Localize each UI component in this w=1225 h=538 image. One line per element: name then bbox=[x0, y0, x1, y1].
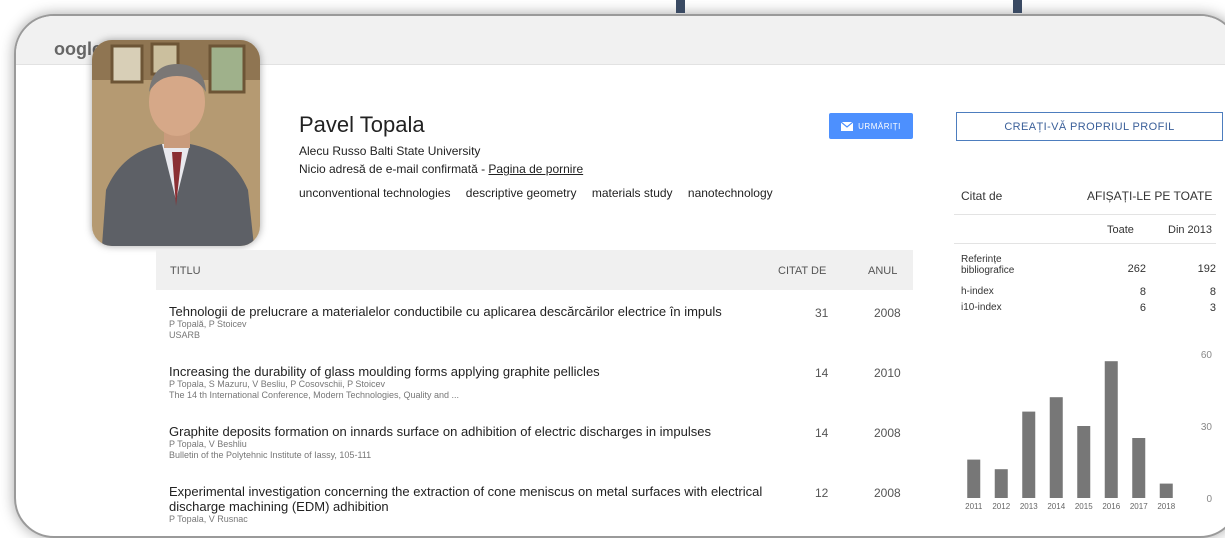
column-year[interactable]: ANUL bbox=[868, 265, 897, 277]
chart-bar[interactable] bbox=[1022, 411, 1036, 498]
column-title[interactable]: TITLU bbox=[170, 265, 201, 277]
chart-bar[interactable] bbox=[1104, 361, 1118, 498]
article-year: 2008 bbox=[874, 426, 901, 440]
homepage-link[interactable]: Pagina de pornire bbox=[488, 162, 583, 176]
column-cited-by[interactable]: CITAT DE bbox=[778, 265, 826, 277]
y-tick-label: 60 bbox=[1201, 350, 1213, 361]
divider bbox=[954, 214, 1216, 215]
table-row: Experimental investigation concerning th… bbox=[169, 484, 914, 525]
cited-by-count[interactable]: 12 bbox=[815, 486, 828, 500]
chart-bar[interactable] bbox=[1159, 483, 1173, 498]
create-profile-button[interactable]: CREAȚI-VĂ PROPRIUL PROFIL bbox=[956, 112, 1223, 141]
article-year: 2010 bbox=[874, 366, 901, 380]
affiliation: Alecu Russo Balti State University bbox=[299, 144, 481, 158]
table-row: Increasing the durability of glass mould… bbox=[169, 364, 914, 401]
cited-by-label: Citat de bbox=[961, 189, 1003, 203]
keyword-link[interactable]: nanotechnology bbox=[688, 186, 773, 200]
chart-bar[interactable] bbox=[1049, 397, 1063, 498]
citations-chart: 60 30 0 2011 2012 2013 2014 2015 2016 2017 2018 bbox=[965, 350, 1213, 511]
x-tick-label: 2013 bbox=[1020, 502, 1038, 511]
stat-since: 3 bbox=[1209, 302, 1216, 314]
x-tick-label: 2016 bbox=[1102, 502, 1120, 511]
stat-all: 8 bbox=[1139, 286, 1146, 298]
profile-name: Pavel Topala bbox=[299, 112, 425, 137]
article-authors: P Topala, V Rusnac bbox=[169, 514, 248, 524]
chart-bar[interactable] bbox=[1077, 426, 1091, 498]
cited-by-count[interactable]: 14 bbox=[815, 426, 828, 440]
follow-label: URMĂRIȚI bbox=[858, 121, 901, 131]
screenshot-frame: oogle Pavel Topala Alecu Russo Balti Sta… bbox=[14, 14, 1225, 538]
table-header: TITLU CITAT DE ANUL bbox=[156, 250, 913, 290]
stat-all: 6 bbox=[1139, 302, 1146, 314]
x-tick-label: 2017 bbox=[1130, 502, 1148, 511]
decorative-bar bbox=[676, 0, 685, 13]
divider bbox=[954, 243, 1216, 244]
x-tick-label: 2018 bbox=[1157, 502, 1175, 511]
article-venue: Bulletin of the Polytehnic Institute of … bbox=[169, 450, 372, 460]
email-line: Nicio adresă de e-mail confirmată - Pagi… bbox=[299, 162, 583, 176]
decorative-bar bbox=[1013, 0, 1022, 13]
article-venue: The 14 th International Conference, Mode… bbox=[169, 390, 460, 400]
article-title[interactable]: Increasing the durability of glass mould… bbox=[169, 364, 769, 379]
y-tick-label: 0 bbox=[1206, 494, 1212, 505]
table-row: Graphite deposits formation on innards s… bbox=[169, 424, 914, 461]
article-title[interactable]: Experimental investigation concerning th… bbox=[169, 484, 769, 514]
keyword-link[interactable]: descriptive geometry bbox=[466, 186, 577, 200]
email-status: Nicio adresă de e-mail confirmată - bbox=[299, 162, 489, 176]
keyword-link[interactable]: unconventional technologies bbox=[299, 186, 450, 200]
stat-since: 192 bbox=[1197, 263, 1216, 275]
column-all: Toate bbox=[1107, 224, 1134, 236]
cited-by-count[interactable]: 14 bbox=[815, 366, 828, 380]
stat-label[interactable]: Referințe bibliografice bbox=[961, 254, 1051, 276]
article-authors: P Topală, P Stoicev bbox=[169, 319, 247, 329]
cited-by-count[interactable]: 31 bbox=[815, 306, 828, 320]
article-title[interactable]: Tehnologii de prelucrare a materialelor … bbox=[169, 304, 769, 319]
show-all-link[interactable]: AFIȘAȚI-LE PE TOATE bbox=[1087, 189, 1212, 203]
chart-bar[interactable] bbox=[994, 469, 1008, 498]
chart-bar[interactable] bbox=[1132, 438, 1146, 498]
x-tick-label: 2011 bbox=[965, 502, 983, 511]
keyword-link[interactable]: materials study bbox=[592, 186, 673, 200]
article-authors: P Topala, S Mazuru, V Besliu, P Cosovsch… bbox=[169, 379, 385, 389]
keywords: unconventional technologies descriptive … bbox=[299, 186, 785, 200]
chart-bar[interactable] bbox=[967, 459, 981, 498]
column-since: Din 2013 bbox=[1168, 224, 1213, 236]
x-tick-label: 2014 bbox=[1047, 502, 1065, 511]
table-row: Tehnologii de prelucrare a materialelor … bbox=[169, 304, 914, 341]
stat-label[interactable]: h-index bbox=[961, 286, 994, 297]
stat-all: 262 bbox=[1127, 263, 1146, 275]
article-venue: USARB bbox=[169, 330, 201, 340]
article-year: 2008 bbox=[874, 486, 901, 500]
y-tick-label: 30 bbox=[1201, 422, 1213, 433]
article-year: 2008 bbox=[874, 306, 901, 320]
follow-button[interactable]: URMĂRIȚI bbox=[829, 113, 913, 139]
article-authors: P Topala, V Beshliu bbox=[169, 439, 247, 449]
stat-label[interactable]: i10-index bbox=[961, 302, 1002, 313]
x-tick-label: 2012 bbox=[992, 502, 1010, 511]
article-title[interactable]: Graphite deposits formation on innards s… bbox=[169, 424, 769, 439]
mail-icon bbox=[841, 121, 854, 131]
stat-since: 8 bbox=[1209, 286, 1216, 298]
avatar bbox=[92, 40, 260, 246]
x-tick-label: 2015 bbox=[1075, 502, 1093, 511]
